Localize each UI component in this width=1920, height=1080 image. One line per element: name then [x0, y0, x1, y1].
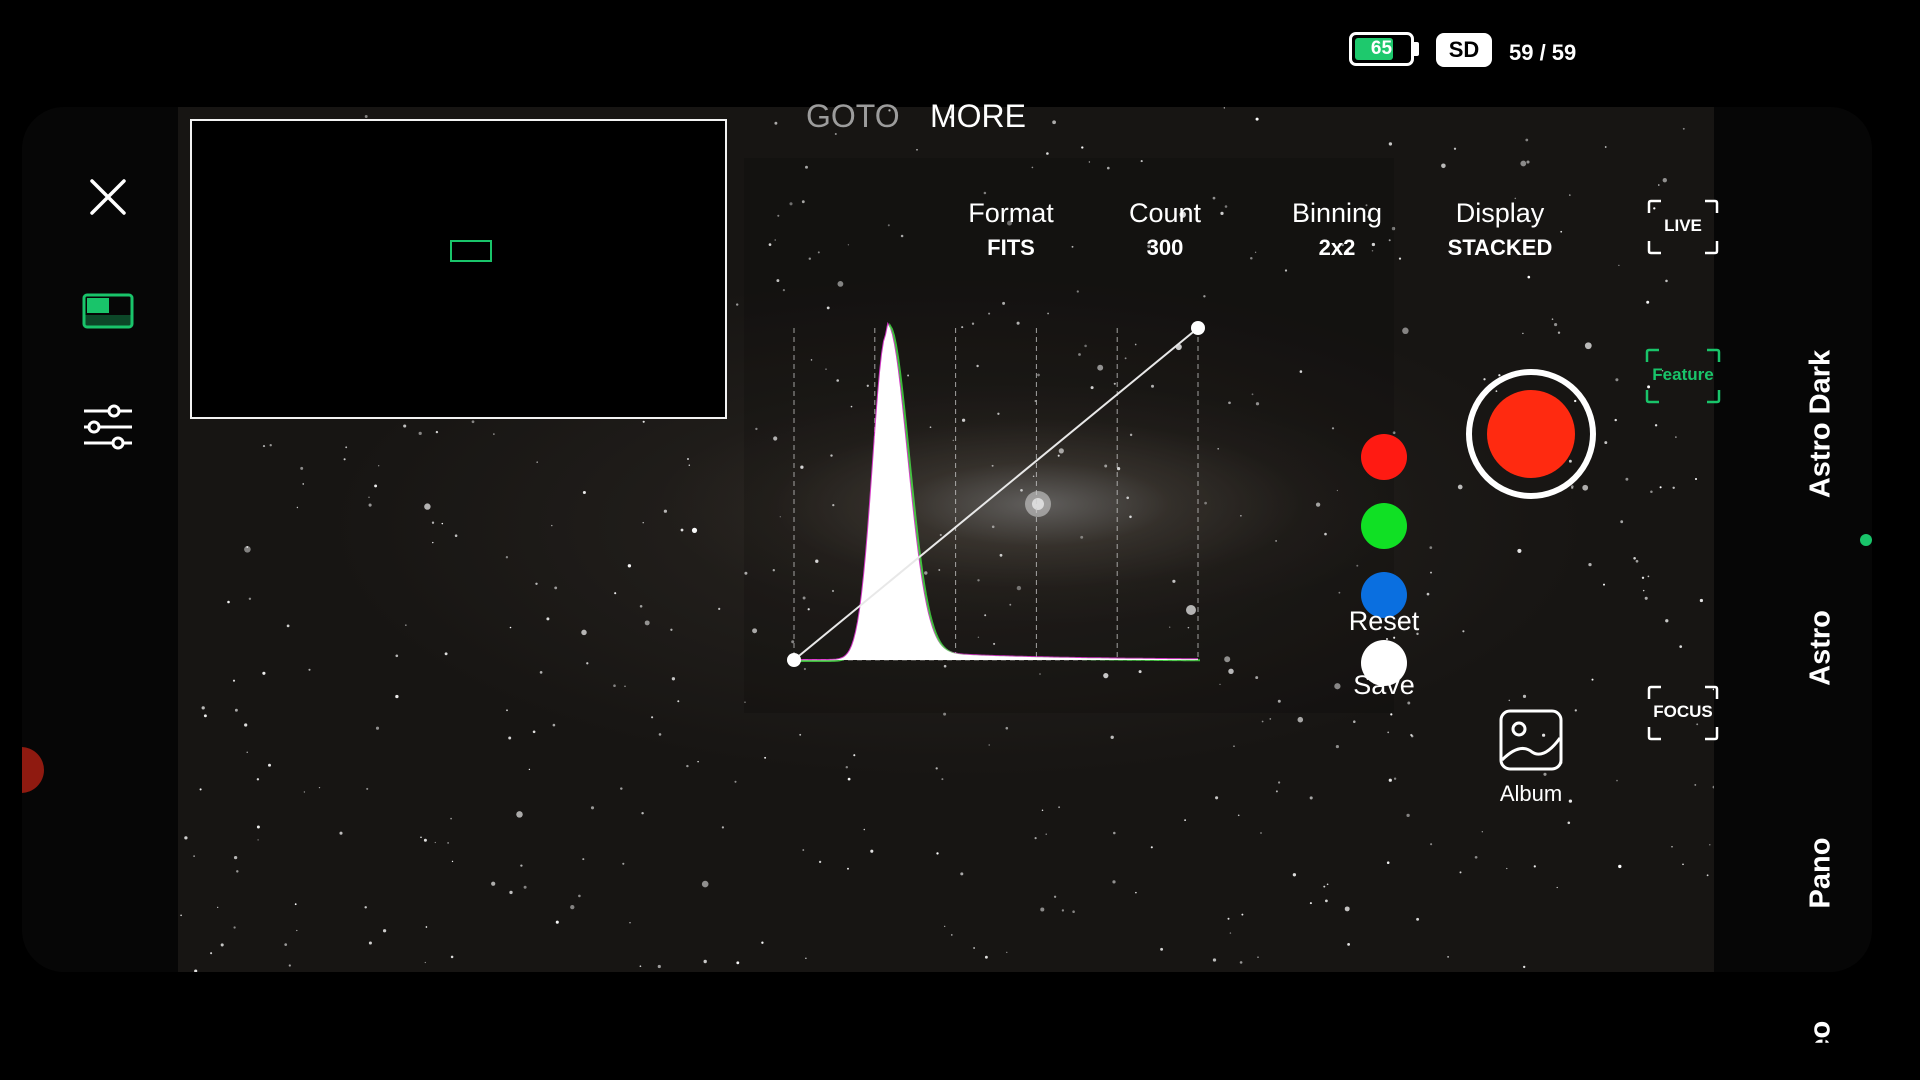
- shutter-button[interactable]: [1466, 369, 1596, 499]
- tab-goto[interactable]: GOTO: [806, 98, 900, 135]
- battery-indicator: 65: [1349, 32, 1414, 66]
- sliders-icon: [84, 404, 132, 450]
- side-handle[interactable]: [22, 747, 44, 793]
- minimap-toggle-button[interactable]: [78, 281, 138, 341]
- minimap[interactable]: [190, 119, 727, 419]
- battery-terminal: [1414, 42, 1419, 56]
- red-channel-button[interactable]: [1361, 434, 1407, 480]
- reset-button[interactable]: Reset: [1326, 606, 1442, 637]
- format-value: FITS: [987, 235, 1035, 260]
- live-label: LIVE: [1664, 216, 1702, 235]
- binning-setting[interactable]: Binning 2x2: [1262, 198, 1412, 261]
- storage-count: 59 / 59: [1509, 40, 1577, 65]
- mode-video[interactable]: Video: [1805, 1021, 1838, 1080]
- live-button[interactable]: LIVE: [1647, 199, 1719, 255]
- format-setting[interactable]: Format FITS: [936, 198, 1086, 261]
- battery-level: 65: [1370, 38, 1393, 59]
- green-channel-button[interactable]: [1361, 503, 1407, 549]
- display-setting[interactable]: Display STACKED: [1425, 198, 1575, 261]
- binning-value: 2x2: [1318, 235, 1356, 260]
- format-label: Format: [968, 198, 1054, 228]
- close-button[interactable]: [78, 167, 138, 227]
- album-label: Album: [1499, 781, 1563, 806]
- left-toolbar: [22, 107, 178, 972]
- adjustments-button[interactable]: [78, 397, 138, 457]
- picture-in-picture-icon: [82, 293, 134, 329]
- tab-more[interactable]: MORE: [930, 98, 1026, 135]
- gallery-icon: [1499, 709, 1563, 771]
- histogram-stretch-editor[interactable]: [786, 320, 1206, 670]
- minimap-view-frame: [450, 240, 492, 262]
- binning-label: Binning: [1291, 198, 1383, 228]
- feature-button[interactable]: Feature: [1645, 348, 1721, 404]
- mode-astro-dark[interactable]: Astro Dark: [1805, 350, 1838, 498]
- display-label: Display: [1455, 198, 1545, 228]
- mode-rail: [1714, 107, 1872, 972]
- mode-pano[interactable]: Pano: [1805, 838, 1838, 909]
- record-icon: [1487, 390, 1575, 478]
- stretch-curve[interactable]: [793, 327, 1199, 661]
- count-setting[interactable]: Count 300: [1090, 198, 1240, 261]
- save-button[interactable]: Save: [1326, 670, 1442, 701]
- album-button[interactable]: Album: [1478, 708, 1584, 807]
- count-label: Count: [1128, 198, 1202, 228]
- sd-card-icon: SD: [1436, 33, 1492, 67]
- active-mode-indicator: [1860, 534, 1872, 546]
- black-point-handle[interactable]: [787, 653, 801, 667]
- mode-astro[interactable]: Astro: [1805, 610, 1838, 686]
- display-value: STACKED: [1447, 235, 1553, 260]
- focus-label: FOCUS: [1653, 702, 1713, 721]
- focus-button[interactable]: FOCUS: [1647, 685, 1719, 741]
- close-icon: [90, 179, 126, 215]
- white-point-handle[interactable]: [1191, 321, 1205, 335]
- count-value: 300: [1146, 235, 1184, 260]
- feature-label: Feature: [1652, 365, 1714, 384]
